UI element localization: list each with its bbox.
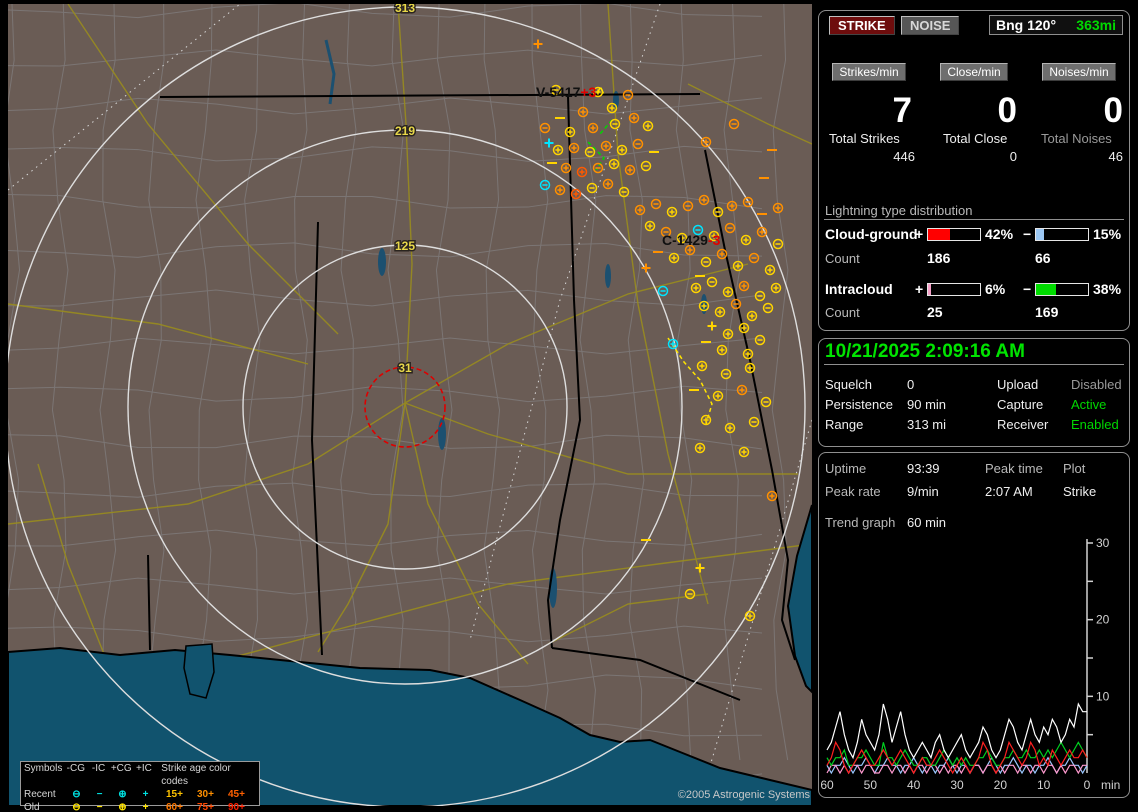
persistence-label: Persistence xyxy=(825,397,893,412)
strike-button[interactable]: STRIKE xyxy=(829,16,895,35)
noises-per-min-header: Noises/min xyxy=(1042,63,1116,81)
ic-positive-count: 25 xyxy=(927,304,943,320)
cloud-ground-label: Cloud-ground xyxy=(825,226,918,242)
trac-cell-c1429: C-1429-3 xyxy=(662,232,721,248)
close-per-min-value: 0 xyxy=(997,91,1017,130)
trac-cell-v5417: V-5417+3^ xyxy=(536,84,605,100)
svg-text:10: 10 xyxy=(1096,689,1110,703)
strikes-per-min-value: 7 xyxy=(892,91,912,130)
ic-positive-bar xyxy=(927,283,981,296)
legend-symbols-header: Symbols xyxy=(24,763,63,774)
svg-text:10: 10 xyxy=(1037,778,1051,792)
svg-text:20: 20 xyxy=(994,778,1008,792)
old-pcg-icon: ⊕ xyxy=(118,802,127,812)
squelch-label: Squelch xyxy=(825,377,872,392)
plot-value: Strike xyxy=(1063,484,1097,499)
old-ncg-icon: ⊖ xyxy=(72,802,81,812)
trend-box: Uptime 93:39 Peak time Plot Peak rate 9/… xyxy=(818,452,1130,798)
trend-graph-chart: 10 20 30 60 50 40 30 20 10 0 min xyxy=(820,537,1120,792)
legend-age-header: Strike age color codes xyxy=(161,763,231,787)
legend-old-row: Old ⊖ − ⊕ + 60+ 75+ 90+ xyxy=(24,802,245,812)
cg-negative-pct: 15% xyxy=(1093,226,1122,242)
legend-pic-header: +IC xyxy=(136,763,152,774)
old-pic-icon: + xyxy=(142,802,149,812)
peak-rate-label: Peak rate xyxy=(825,484,881,499)
plot-label: Plot xyxy=(1063,461,1086,476)
peak-time-value: 2:07 AM xyxy=(985,484,1033,499)
ring-label-219: 219 xyxy=(395,124,415,138)
total-close-label: Total Close xyxy=(943,131,1008,146)
total-noises-value: 46 xyxy=(1108,149,1123,164)
total-strikes-label: Total Strikes xyxy=(829,131,900,146)
cg-count-label: Count xyxy=(825,251,860,266)
range-value: 313 mi xyxy=(907,417,947,432)
receiver-status: Enabled xyxy=(1071,417,1119,432)
legend-ncg-header: -CG xyxy=(66,763,85,774)
cg-positive-count: 186 xyxy=(927,250,951,266)
copyright-text: ©2005 Astrogenic Systems xyxy=(677,789,810,801)
upload-status: Disabled xyxy=(1071,377,1122,392)
ic-negative-pct: 38% xyxy=(1093,281,1122,297)
svg-text:60: 60 xyxy=(820,778,834,792)
capture-status: Active xyxy=(1071,397,1107,412)
bearing-display: Bng 120° 363mi xyxy=(989,15,1123,35)
squelch-value: 0 xyxy=(907,377,915,392)
cg-positive-bar xyxy=(927,228,981,241)
upload-label: Upload xyxy=(997,377,1039,392)
persistence-value: 90 min xyxy=(907,397,947,412)
svg-text:50: 50 xyxy=(864,778,878,792)
nexstorm-window: 313 219 125 31 V-5417+3^ C-1429-3 Symbol… xyxy=(0,0,1138,812)
ic-count-label: Count xyxy=(825,305,860,320)
noise-button[interactable]: NOISE xyxy=(901,16,960,35)
peak-time-label: Peak time xyxy=(985,461,1043,476)
trend-window-value: 60 min xyxy=(907,515,947,530)
cg-positive-pct: 42% xyxy=(985,226,1014,242)
bearing-label: Bng 120° xyxy=(996,17,1057,33)
uptime-value: 93:39 xyxy=(907,461,940,476)
lightning-map[interactable]: 313 219 125 31 V-5417+3^ C-1429-3 xyxy=(8,4,812,806)
bearing-range: 363mi xyxy=(1076,17,1116,33)
distribution-title: Lightning type distribution xyxy=(825,203,973,218)
ic-positive-pct: 6% xyxy=(985,281,1006,297)
trend-graph-label: Trend graph xyxy=(825,515,896,530)
capture-label: Capture xyxy=(997,397,1044,412)
ic-negative-bar xyxy=(1035,283,1089,296)
receiver-label: Receiver xyxy=(997,417,1049,432)
legend-header-row: Symbols -CG -IC +CG +IC Strike age color… xyxy=(21,762,259,788)
total-noises-label: Total Noises xyxy=(1041,131,1112,146)
datetime-display: 10/21/2025 2:09:16 AM xyxy=(825,341,1025,362)
ic-negative-count: 169 xyxy=(1035,304,1059,320)
range-label: Range xyxy=(825,417,864,432)
svg-text:min: min xyxy=(1101,778,1120,792)
old-nic-icon: − xyxy=(96,802,103,812)
svg-text:40: 40 xyxy=(907,778,921,792)
svg-text:30: 30 xyxy=(950,778,964,792)
legend-nic-header: -IC xyxy=(91,763,106,774)
total-close-value: 0 xyxy=(1009,149,1017,164)
total-strikes-value: 446 xyxy=(893,149,915,164)
svg-text:30: 30 xyxy=(1096,537,1110,550)
ring-label-313: 313 xyxy=(395,4,415,15)
status-box: 10/21/2025 2:09:16 AM Squelch 0 Upload D… xyxy=(818,338,1130,447)
ring-label-125: 125 xyxy=(395,239,415,253)
legend-pcg-header: +CG xyxy=(110,763,132,774)
svg-text:20: 20 xyxy=(1096,613,1110,627)
uptime-label: Uptime xyxy=(825,461,867,476)
close-per-min-header: Close/min xyxy=(940,63,1008,81)
cg-negative-count: 66 xyxy=(1035,250,1051,266)
intracloud-label: Intracloud xyxy=(825,281,893,297)
cg-negative-bar xyxy=(1035,228,1089,241)
strike-stats-box: STRIKE NOISE Bng 120° 363mi Strikes/min … xyxy=(818,10,1130,331)
noises-per-min-value: 0 xyxy=(1103,91,1123,130)
strikes-per-min-header: Strikes/min xyxy=(832,63,906,81)
svg-text:0: 0 xyxy=(1084,778,1091,792)
peak-rate-value: 9/min xyxy=(907,484,939,499)
ring-label-31: 31 xyxy=(398,361,412,375)
